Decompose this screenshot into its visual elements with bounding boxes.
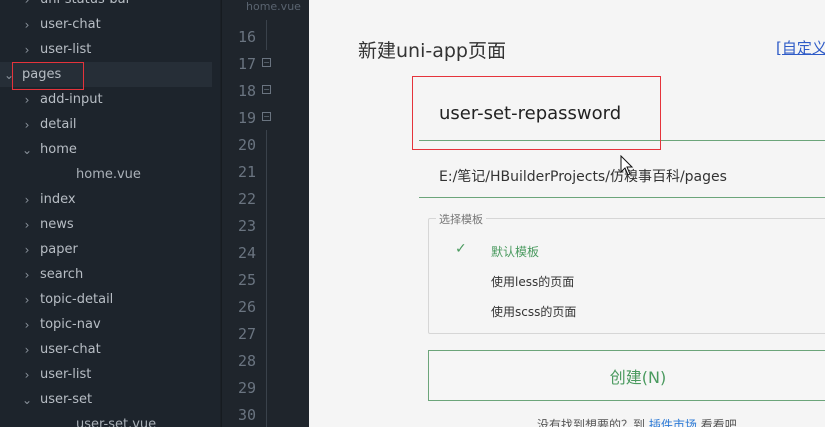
template-option[interactable]: 默认模板 — [491, 243, 539, 260]
tree-item[interactable]: › user-chat — [0, 337, 212, 362]
input-highlight-box — [412, 76, 661, 150]
chevron-right-icon: › — [24, 217, 30, 232]
line-number: 20 — [237, 136, 256, 154]
tree-item-label: paper — [40, 242, 78, 257]
chevron-right-icon: › — [24, 117, 30, 132]
tree-item[interactable]: › user-list — [0, 37, 212, 62]
template-group — [428, 218, 825, 334]
tree-item-label: topic-nav — [40, 317, 101, 332]
tree-item-label: home — [40, 142, 77, 157]
line-number: 30 — [237, 406, 256, 424]
path-value: E:/笔记/HBuilderProjects/仿糗事百科/pages — [439, 169, 727, 185]
fold-icon[interactable]: − — [262, 58, 271, 67]
chevron-right-icon: › — [24, 342, 30, 357]
footer-hint: 没有找到想要的？到 插件市场 看看吧 — [537, 416, 737, 427]
chevron-down-icon: ⌄ — [21, 392, 33, 407]
dialog-title: 新建uni-app页面 — [358, 40, 506, 62]
editor-gutter: 16 17 18 19 20 21 22 23 24 25 26 27 28 29 30 − − − — [221, 0, 309, 427]
chevron-right-icon: › — [24, 92, 30, 107]
tree-item[interactable]: ⌄ home — [0, 137, 212, 162]
tree-item-label: uni-status-bar — [40, 0, 131, 7]
tree-item[interactable]: ⌄ user-set — [0, 387, 212, 412]
pages-highlight-box — [12, 62, 84, 90]
line-number: 19 — [237, 109, 256, 127]
custom-template-link[interactable]: [自定义 — [776, 37, 825, 58]
tree-item-label: search — [40, 267, 84, 282]
footer-prefix: 没有找到想要的？到 — [537, 418, 646, 427]
tree-item[interactable]: home.vue — [0, 162, 212, 187]
tree-item-label: user-list — [40, 42, 92, 57]
chevron-right-icon: › — [24, 192, 30, 207]
line-number: 29 — [237, 379, 256, 397]
chevron-right-icon: › — [20, 0, 34, 7]
tree-item-label: user-list — [40, 367, 92, 382]
template-legend: 选择模板 — [436, 211, 486, 227]
chevron-right-icon: › — [24, 42, 30, 57]
indent-guide — [266, 20, 267, 50]
chevron-right-icon: › — [24, 292, 30, 307]
chevron-right-icon: › — [24, 267, 30, 282]
chevron-right-icon: › — [24, 317, 30, 332]
editor-tab-fragment: home.vue — [246, 0, 301, 13]
chevron-right-icon: › — [24, 242, 30, 257]
tree-item-label: index — [40, 192, 76, 207]
tree-item-label: user-set — [40, 392, 93, 407]
tree-item-label: home.vue — [76, 167, 141, 182]
line-number: 22 — [237, 190, 256, 208]
fold-icon[interactable]: − — [262, 112, 271, 121]
tree-item[interactable]: › add-input — [0, 87, 212, 112]
plugin-market-link[interactable]: 插件市场 — [649, 418, 697, 427]
tree-item[interactable]: › search — [0, 262, 212, 287]
tree-item-label: add-input — [40, 92, 103, 107]
line-number: 25 — [237, 271, 256, 289]
tree-item[interactable]: user-set.vue — [0, 412, 212, 427]
template-option[interactable]: 使用less的页面 — [491, 273, 574, 290]
tree-item[interactable]: › topic-nav — [0, 312, 212, 337]
tree-item[interactable]: › detail — [0, 112, 212, 137]
line-number: 24 — [237, 244, 256, 262]
tree-item-label: user-chat — [40, 342, 101, 357]
chevron-right-icon: › — [24, 367, 30, 382]
footer-suffix: 看看吧 — [700, 418, 737, 427]
tree-item[interactable]: › topic-detail — [0, 287, 212, 312]
template-option[interactable]: 使用scss的页面 — [491, 303, 576, 320]
line-number: 27 — [237, 325, 256, 343]
tree-item[interactable]: › user-list — [0, 362, 212, 387]
cursor-icon — [620, 155, 634, 176]
tree-item[interactable]: › user-chat — [0, 12, 212, 37]
chevron-down-icon: ⌄ — [21, 142, 33, 157]
tree-item-label: user-chat — [40, 17, 101, 32]
line-number: 26 — [237, 298, 256, 316]
line-number: 21 — [237, 163, 256, 181]
tree-item-label: topic-detail — [40, 292, 114, 307]
indent-guide — [266, 130, 267, 427]
create-button[interactable]: 创建(N) — [428, 350, 825, 401]
tree-item-label: news — [40, 217, 74, 232]
new-page-dialog: 新建uni-app页面 [自定义 E:/笔记/HBuilderProjects/… — [309, 0, 825, 427]
tree-item[interactable]: › uni-status-bar — [0, 0, 212, 12]
line-number: 28 — [237, 352, 256, 370]
tree-item-label: user-set.vue — [76, 417, 157, 427]
line-number: 16 — [237, 28, 256, 46]
tree-item[interactable]: › paper — [0, 237, 212, 262]
tree-item[interactable]: › index — [0, 187, 212, 212]
chevron-right-icon: › — [24, 17, 30, 32]
fold-icon[interactable]: − — [262, 85, 271, 94]
line-number: 23 — [237, 217, 256, 235]
tree-item-label: detail — [40, 117, 77, 132]
check-icon: ✓ — [455, 241, 467, 257]
line-number: 18 — [237, 82, 256, 100]
tree-item[interactable]: › news — [0, 212, 212, 237]
line-number: 17 — [237, 55, 256, 73]
